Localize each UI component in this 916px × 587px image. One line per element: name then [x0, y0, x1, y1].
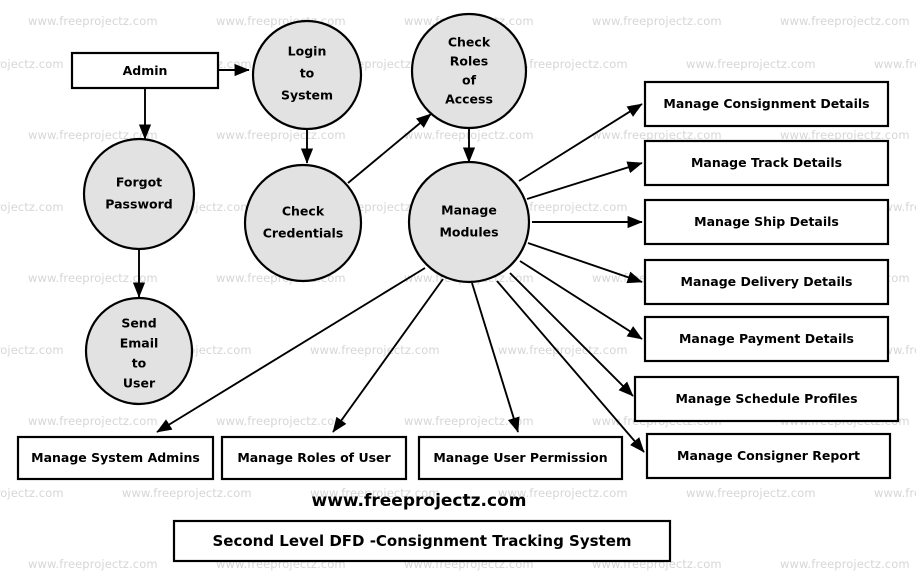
flow-arrows — [132, 63, 645, 453]
process-manage-modules[interactable]: Manage Modules — [407, 160, 531, 284]
module-manage-ship-details[interactable]: Manage Ship Details — [643, 198, 890, 246]
module-manage-user-permission[interactable]: Manage User Permission — [417, 435, 624, 481]
process-send-email-to-user-line-1: Send — [121, 316, 156, 331]
flow-manage-modules-to-system-admins — [156, 267, 426, 433]
process-send-email-to-user-line-2: Email — [120, 336, 159, 351]
module-manage-roles-of-user[interactable]: Manage Roles of User — [220, 435, 408, 481]
process-send-email-to-user-line-3: to — [132, 356, 147, 371]
module-manage-system-admins-label: Manage System Admins — [31, 450, 200, 465]
process-check-credentials-line-1: Check — [282, 204, 325, 219]
module-manage-consigner-report-label: Manage Consigner Report — [677, 448, 860, 463]
process-forgot-password[interactable]: Forgot Password — [82, 137, 196, 251]
flow-check-credentials-to-check-roles — [347, 113, 432, 184]
process-forgot-password-line-1: Forgot — [116, 175, 162, 190]
dfd-diagram-canvas: www.freeprojectz.com www.freeprojectz.com… — [0, 0, 916, 587]
process-check-roles-of-access[interactable]: Check Roles of Access — [410, 12, 528, 130]
flow-manage-modules-to-user-permission — [471, 282, 520, 433]
process-check-credentials[interactable]: Check Credentials — [243, 163, 363, 283]
process-login-to-system-line-2: to — [300, 66, 315, 81]
module-manage-delivery-details-label: Manage Delivery Details — [681, 274, 853, 289]
brand-text: www.freeprojectz.com — [312, 491, 527, 511]
process-login-to-system-line-3: System — [281, 88, 333, 103]
module-manage-consignment-details[interactable]: Manage Consignment Details — [643, 80, 890, 128]
diagram-title-box: Second Level DFD -Consignment Tracking S… — [172, 519, 672, 563]
process-login-to-system[interactable]: Login to System — [251, 19, 363, 131]
module-manage-user-permission-label: Manage User Permission — [433, 450, 607, 465]
process-check-roles-of-access-line-2: Roles — [450, 54, 488, 69]
flow-manage-modules-to-track — [526, 161, 643, 200]
module-manage-consignment-details-label: Manage Consignment Details — [663, 96, 869, 111]
process-login-to-system-line-1: Login — [288, 44, 327, 59]
flow-manage-modules-to-schedule — [509, 272, 634, 397]
diagram-title-label: Second Level DFD -Consignment Tracking S… — [212, 532, 631, 550]
process-check-roles-of-access-line-4: Access — [445, 92, 493, 107]
dfd-svg: Admin Login to System Check Roles of Acc… — [16, 12, 900, 563]
module-manage-payment-details[interactable]: Manage Payment Details — [643, 315, 890, 363]
module-manage-consigner-report[interactable]: Manage Consigner Report — [645, 432, 892, 480]
module-manage-schedule-profiles[interactable]: Manage Schedule Profiles — [633, 375, 900, 423]
process-send-email-to-user-line-4: User — [123, 376, 156, 391]
entity-admin-label: Admin — [123, 63, 168, 78]
entity-admin[interactable]: Admin — [70, 51, 220, 90]
flow-manage-modules-to-consigner-report — [496, 280, 645, 453]
module-manage-roles-of-user-label: Manage Roles of User — [237, 450, 391, 465]
process-forgot-password-line-2: Password — [105, 197, 172, 212]
module-manage-track-details-label: Manage Track Details — [691, 155, 842, 170]
module-manage-schedule-profiles-label: Manage Schedule Profiles — [675, 391, 857, 406]
process-manage-modules-line-2: Modules — [439, 225, 498, 240]
process-manage-modules-line-1: Manage — [441, 203, 497, 218]
module-manage-track-details[interactable]: Manage Track Details — [643, 139, 890, 187]
process-send-email-to-user[interactable]: Send Email to User — [84, 296, 194, 406]
module-manage-payment-details-label: Manage Payment Details — [679, 331, 854, 346]
process-check-credentials-line-2: Credentials — [263, 226, 344, 241]
module-manage-ship-details-label: Manage Ship Details — [694, 214, 839, 229]
process-check-roles-of-access-line-1: Check — [448, 35, 491, 50]
process-check-roles-of-access-line-3: of — [462, 73, 477, 88]
module-manage-system-admins[interactable]: Manage System Admins — [16, 435, 215, 481]
flow-manage-modules-to-roles-of-user — [332, 278, 444, 433]
module-manage-delivery-details[interactable]: Manage Delivery Details — [643, 258, 890, 306]
